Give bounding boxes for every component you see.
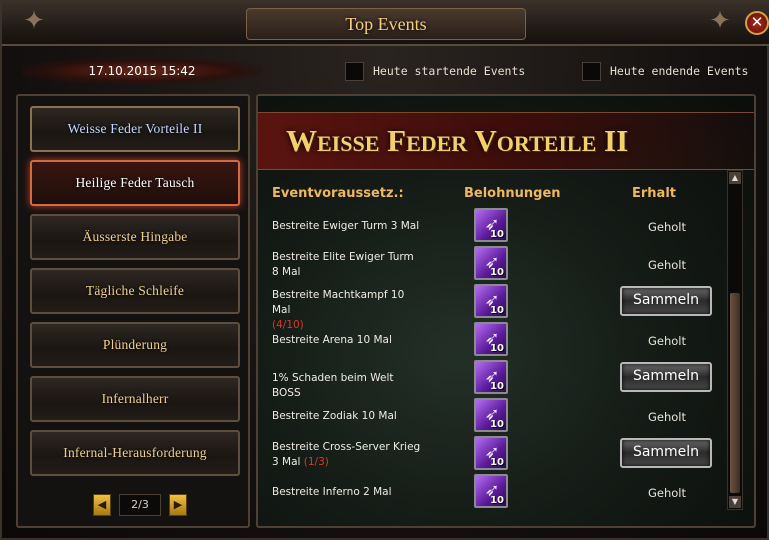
top-events-window: ✦ ✦ Top Events ✕ 17.10.2015 15:42 Heute … (0, 0, 769, 540)
status-text: Geholt (647, 410, 686, 424)
ornament-icon: ✦ (709, 6, 731, 36)
reward-item[interactable]: ➶ 10 (474, 322, 508, 356)
event-infernal-herausforderung[interactable]: Infernal-Herausforderung (30, 430, 240, 476)
event-weisse-feder-vorteile[interactable]: Weisse Feder Vorteile II (30, 106, 240, 152)
scroll-thumb[interactable] (730, 293, 740, 493)
filter-ending-today[interactable]: Heute endende Events (582, 61, 748, 81)
requirement-text: Bestreite Cross-Server Krieg 3 Mal (1/3) (272, 441, 421, 468)
column-status: Erhalt (632, 186, 676, 201)
event-infernalherr[interactable]: Infernalherr (30, 376, 240, 422)
page-indicator: 2/3 (119, 494, 161, 516)
requirement-text: Bestreite Zodiak 10 Mal (272, 410, 397, 422)
table-row: Bestreite Ewiger Turm 3 Mal ➶ 10 Geholt (258, 208, 728, 246)
status-text: Geholt (647, 220, 686, 234)
prev-page-button[interactable]: ◀ (93, 494, 111, 516)
title-bar: ✦ ✦ Top Events ✕ (2, 2, 769, 46)
event-list-panel: Weisse Feder Vorteile II Heilige Feder T… (16, 94, 250, 528)
event-banner: Weisse Feder Vorteile II (258, 112, 754, 170)
close-button[interactable]: ✕ (745, 11, 769, 35)
event-heilige-feder-tausch[interactable]: Heilige Feder Tausch (30, 160, 240, 206)
requirement-text: Bestreite Arena 10 Mal (272, 334, 392, 346)
collect-button[interactable]: Sammeln (620, 438, 712, 468)
next-page-button[interactable]: ▶ (169, 494, 187, 516)
ornament-icon: ✦ (23, 6, 45, 36)
event-title: Weisse Feder Vorteile II (286, 123, 629, 158)
filter-label: Heute endende Events (610, 64, 749, 78)
column-reward: Belohnungen (464, 186, 561, 201)
arrow-right-icon: ▶ (173, 498, 183, 511)
filter-label: Heute startende Events (373, 64, 526, 78)
filter-starting-today[interactable]: Heute startende Events (345, 61, 525, 81)
reward-item[interactable]: ➶ 10 (474, 208, 508, 242)
requirement-text: Bestreite Inferno 2 Mal (272, 486, 392, 498)
window-title: Top Events (246, 8, 526, 40)
collect-button[interactable]: Sammeln (620, 286, 712, 316)
table-row: Bestreite Elite Ewiger Turm 8 Mal ➶ 10 Ge… (258, 246, 728, 284)
table-row: Bestreite Machtkampf 10 Mal (4/10) ➶ 10 Sa… (258, 284, 728, 331)
requirement-text: 1% Schaden beim Welt BOSS (272, 372, 394, 399)
close-icon: ✕ (750, 13, 764, 31)
checkbox[interactable] (582, 61, 601, 81)
table-row: Bestreite Cross-Server Krieg 3 Mal (1/3)… (258, 436, 728, 474)
scrollbar[interactable]: ▲ ▼ (727, 170, 743, 510)
event-aeusserste-hingabe[interactable]: Äusserste Hingabe (30, 214, 240, 260)
column-requirement: Eventvoraussetz.: (272, 186, 404, 201)
event-detail-panel: Weisse Feder Vorteile II Eventvoraussetz… (256, 94, 756, 528)
table-row: Bestreite Arena 10 Mal ➶ 10 Geholt (258, 322, 728, 360)
table-row: Bestreite Zodiak 10 Mal ➶ 10 Geholt (258, 398, 728, 436)
pagination: ◀ 2/3 ▶ (93, 494, 188, 516)
server-datetime: 17.10.2015 15:42 (22, 58, 262, 84)
reward-item[interactable]: ➶ 10 (474, 474, 508, 508)
collect-button[interactable]: Sammeln (620, 362, 712, 392)
reward-item[interactable]: ➶ 10 (474, 436, 508, 470)
checkbox[interactable] (345, 61, 364, 81)
event-pluenderung[interactable]: Plünderung (30, 322, 240, 368)
requirement-text: Bestreite Ewiger Turm 3 Mal (272, 220, 420, 232)
reward-item[interactable]: ➶ 10 (474, 360, 508, 394)
event-taegliche-schleife[interactable]: Tägliche Schleife (30, 268, 240, 314)
status-text: Geholt (647, 258, 686, 272)
table-row: Bestreite Inferno 2 Mal ➶ 10 Geholt (258, 474, 728, 512)
status-text: Geholt (647, 334, 686, 348)
status-text: Geholt (647, 486, 686, 500)
arrow-left-icon: ◀ (97, 498, 107, 511)
reward-item[interactable]: ➶ 10 (474, 398, 508, 432)
requirement-text: Bestreite Elite Ewiger Turm 8 Mal (272, 251, 414, 278)
scroll-down-icon[interactable]: ▼ (729, 496, 741, 508)
reward-item[interactable]: ➶ 10 (474, 284, 508, 318)
reward-item[interactable]: ➶ 10 (474, 246, 508, 280)
table-row: 1% Schaden beim Welt BOSS ➶ 10 Sammeln (258, 360, 728, 399)
scroll-up-icon[interactable]: ▲ (729, 172, 741, 184)
